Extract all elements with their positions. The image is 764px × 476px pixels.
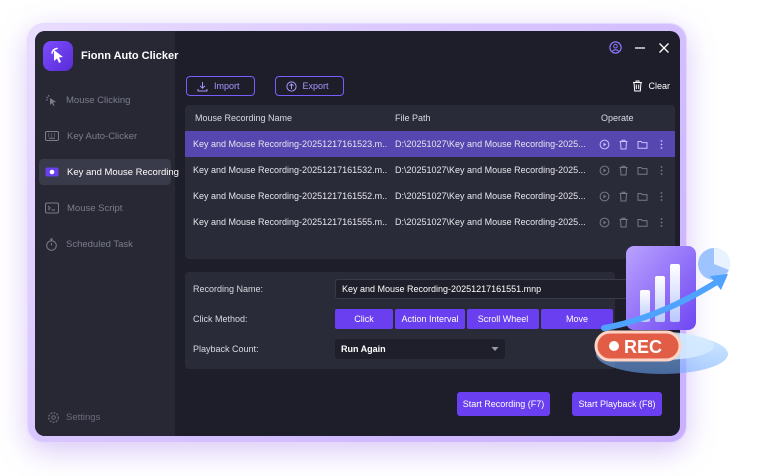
column-header-path: File Path [395, 113, 431, 123]
recording-name-cell: Key and Mouse Recording-20251217161523.m… [193, 139, 387, 149]
account-icon[interactable] [609, 41, 622, 54]
recording-settings: Recording Name: Key and Mouse Recording-… [185, 272, 635, 369]
sidebar-item-key-auto-clicker[interactable]: Key Auto-Clicker [39, 123, 171, 149]
table-body: Key and Mouse Recording-20251217161523.m… [185, 131, 675, 235]
more-icon[interactable] [656, 139, 667, 150]
close-icon[interactable] [658, 42, 670, 54]
app-logo-icon [43, 41, 73, 71]
minimize-icon[interactable] [634, 42, 646, 54]
import-button[interactable]: Import [186, 76, 255, 96]
start-playback-button[interactable]: Start Playback (F8) [572, 392, 662, 416]
folder-icon[interactable] [637, 165, 648, 176]
play-icon[interactable] [599, 191, 610, 202]
clear-button[interactable]: Clear [632, 80, 670, 92]
file-path-cell: D:\20251027\Key and Mouse Recording-2025… [395, 191, 586, 201]
keyboard-icon [45, 131, 59, 141]
export-button[interactable]: Export [274, 76, 344, 96]
more-icon[interactable] [656, 165, 667, 176]
table-row[interactable]: Key and Mouse Recording-20251217161552.m… [185, 183, 675, 209]
more-icon[interactable] [656, 191, 667, 202]
chart-bar-icon [670, 264, 680, 322]
delete-icon[interactable] [618, 165, 629, 176]
caret-down-icon [491, 347, 499, 351]
operate-cell [587, 217, 675, 228]
play-icon[interactable] [599, 139, 610, 150]
cursor-click-icon [45, 94, 56, 106]
import-label: Import [214, 81, 240, 91]
playback-count-label: Playback Count: [193, 344, 259, 354]
operate-cell [587, 191, 675, 202]
file-path-cell: D:\20251027\Key and Mouse Recording-2025… [395, 139, 586, 149]
recording-name-row: Recording Name: Key and Mouse Recording-… [193, 279, 635, 299]
rec-badge-text: REC [624, 337, 662, 357]
folder-icon[interactable] [637, 139, 648, 150]
window-controls [609, 41, 670, 54]
import-icon [197, 81, 208, 91]
click-method-click[interactable]: Click [335, 309, 393, 329]
click-method-row: Click Method: Click Action Interval Scro… [193, 309, 613, 329]
sidebar-item-scheduled-task[interactable]: Scheduled Task [39, 231, 171, 257]
sidebar-item-key-and-mouse-recording[interactable]: Key and Mouse Recording [39, 159, 179, 185]
start-recording-button[interactable]: Start Recording (F7) [457, 392, 550, 416]
recording-illustration: REC [594, 246, 731, 374]
sidebar-item-label: Scheduled Task [66, 238, 133, 250]
more-icon[interactable] [656, 217, 667, 228]
sidebar-item-mouse-script[interactable]: Mouse Script [39, 195, 171, 221]
operate-cell [587, 165, 675, 176]
app-name: Fionn Auto Clicker [81, 50, 179, 62]
playback-count-select[interactable]: Run Again [335, 339, 505, 359]
folder-icon[interactable] [637, 217, 648, 228]
recording-name-label: Recording Name: [193, 284, 264, 294]
file-path-cell: D:\20251027\Key and Mouse Recording-2025… [395, 217, 586, 227]
toolbar: Import Export [186, 76, 344, 96]
sidebar: Fionn Auto Clicker Mouse Clicking Key Au… [35, 31, 179, 436]
delete-icon[interactable] [618, 191, 629, 202]
play-icon[interactable] [599, 217, 610, 228]
settings-button[interactable]: Settings [47, 411, 100, 424]
sidebar-nav: Mouse Clicking Key Auto-Clicker Key and … [39, 87, 179, 267]
table-header: Mouse Recording Name File Path Operate [185, 105, 675, 131]
click-method-options: Click Action Interval Scroll Wheel Move [335, 309, 613, 329]
recording-name-cell: Key and Mouse Recording-20251217161555.m… [193, 217, 387, 227]
sidebar-item-label: Mouse Script [67, 202, 123, 214]
brand: Fionn Auto Clicker [43, 41, 178, 71]
app-window: Fionn Auto Clicker Mouse Clicking Key Au… [35, 31, 680, 436]
sidebar-item-mouse-clicking[interactable]: Mouse Clicking [39, 87, 171, 113]
play-icon[interactable] [599, 165, 610, 176]
click-method-scroll-wheel[interactable]: Scroll Wheel [467, 309, 539, 329]
file-path-cell: D:\20251027\Key and Mouse Recording-2025… [395, 165, 586, 175]
rec-dot-icon [609, 341, 619, 351]
playback-count-value: Run Again [341, 344, 386, 354]
click-method-label: Click Method: [193, 314, 248, 324]
export-label: Export [302, 81, 329, 91]
gear-icon [48, 412, 59, 423]
column-header-operate: Operate [601, 113, 634, 123]
terminal-icon [45, 202, 59, 214]
sidebar-item-label: Key Auto-Clicker [67, 130, 138, 142]
trash-icon [633, 80, 643, 92]
table-row[interactable]: Key and Mouse Recording-20251217161523.m… [185, 131, 675, 157]
click-method-action-interval[interactable]: Action Interval [395, 309, 465, 329]
operate-cell [587, 139, 675, 150]
sidebar-item-label: Mouse Clicking [66, 94, 131, 106]
stopwatch-icon [46, 238, 57, 251]
sidebar-item-label: Key and Mouse Recording [67, 166, 179, 178]
delete-icon[interactable] [618, 139, 629, 150]
recording-name-cell: Key and Mouse Recording-20251217161532.m… [193, 165, 387, 175]
record-icon [45, 167, 59, 177]
column-header-name: Mouse Recording Name [195, 113, 293, 123]
export-icon [285, 80, 297, 92]
table-row[interactable]: Key and Mouse Recording-20251217161532.m… [185, 157, 675, 183]
recording-name-cell: Key and Mouse Recording-20251217161552.m… [193, 191, 387, 201]
playback-count-row: Playback Count: Run Again [193, 339, 505, 359]
settings-label: Settings [66, 412, 101, 423]
clear-label: Clear [648, 81, 670, 91]
folder-icon[interactable] [637, 191, 648, 202]
delete-icon[interactable] [618, 217, 629, 228]
